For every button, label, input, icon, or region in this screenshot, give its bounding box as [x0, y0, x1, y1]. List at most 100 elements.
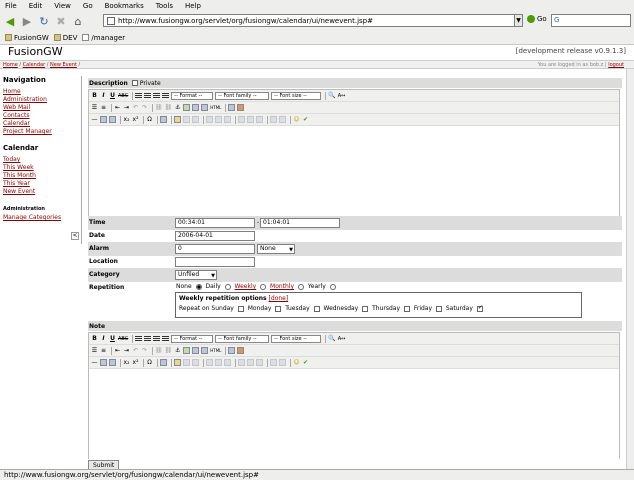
reload-icon[interactable]: ↻	[37, 14, 51, 28]
redo-icon[interactable]: ↷	[141, 104, 148, 111]
sidebar-item-home[interactable]: Home	[3, 88, 81, 96]
cleanup-icon[interactable]	[192, 104, 200, 111]
align-justify-icon[interactable]	[162, 335, 170, 342]
delete-row-icon[interactable]	[224, 359, 231, 366]
align-center-icon[interactable]	[144, 335, 152, 342]
merge-cells-icon[interactable]	[279, 359, 286, 366]
private-checkbox[interactable]	[131, 80, 138, 86]
sidebar-item-this-month[interactable]: This Month	[3, 172, 81, 180]
html-source-button[interactable]: HTML	[210, 105, 221, 110]
horizontal-rule-button[interactable]: —	[91, 116, 98, 123]
sidebar-item-this-year[interactable]: This Year	[3, 180, 81, 188]
delete-row-icon[interactable]	[224, 116, 231, 123]
outdent-icon[interactable]: ⇤	[114, 347, 121, 354]
breadcrumb-calendar[interactable]: Calendar	[23, 62, 45, 68]
alarm-field[interactable]: 0	[175, 244, 255, 254]
repeat-weekly-radio[interactable]	[260, 283, 267, 290]
align-right-icon[interactable]	[153, 92, 161, 99]
back-icon[interactable]: ◀	[3, 14, 17, 28]
breadcrumb-home[interactable]: Home	[3, 62, 18, 68]
row-props-icon[interactable]	[183, 116, 190, 123]
menu-help[interactable]: Help	[185, 2, 201, 10]
undo-icon[interactable]: ↶	[132, 347, 139, 354]
horizontal-rule-button[interactable]: —	[91, 359, 98, 366]
sidebar-item-today[interactable]: Today	[3, 156, 81, 164]
bold-button[interactable]: B	[91, 92, 98, 99]
special-char-button[interactable]: Ω	[146, 359, 153, 366]
category-select[interactable]: Unfiled ▼	[175, 270, 217, 280]
menu-file[interactable]: File	[5, 2, 17, 10]
repeat-none-radio[interactable]	[195, 283, 202, 290]
bookmark-fusiongw[interactable]: FusionGW	[5, 34, 49, 42]
alarm-unit-select[interactable]: None ▼	[257, 244, 295, 254]
sidebar-item-web-mail[interactable]: Web Mail	[3, 104, 81, 112]
repeat-monthly-radio[interactable]	[297, 283, 304, 290]
row-before-icon[interactable]	[206, 116, 213, 123]
home-icon[interactable]: ⌂	[71, 14, 85, 28]
insert-table-icon[interactable]	[160, 116, 167, 123]
sidebar-item-calendar[interactable]: Calendar	[3, 120, 81, 128]
bullet-list-icon[interactable]: ☰	[91, 347, 98, 354]
redo-icon[interactable]: ↷	[141, 347, 148, 354]
bookmark-manager[interactable]: /manager	[82, 34, 125, 42]
indent-icon[interactable]: ⇥	[123, 104, 130, 111]
font-family-select[interactable]: -- Font family --	[215, 91, 270, 100]
stop-icon[interactable]: ✖	[54, 14, 68, 28]
description-textarea[interactable]	[89, 126, 619, 218]
visual-aid-icon[interactable]	[109, 116, 116, 123]
replace-icon[interactable]: A↔	[338, 336, 346, 342]
format-select[interactable]: -- Format --	[171, 334, 214, 343]
repeat-yearly-radio[interactable]	[329, 283, 336, 290]
collapse-sidebar-button[interactable]: <	[71, 232, 79, 240]
align-center-icon[interactable]	[144, 92, 152, 99]
emoticon-icon[interactable]: ☺	[293, 116, 300, 123]
spellcheck-icon[interactable]: ✔	[302, 359, 309, 366]
fullscreen-icon[interactable]	[237, 347, 245, 354]
strikethrough-button[interactable]: ABC	[118, 336, 128, 342]
underline-button[interactable]: U	[109, 335, 116, 342]
indent-icon[interactable]: ⇥	[123, 347, 130, 354]
col-after-icon[interactable]	[247, 116, 254, 123]
url-dropdown-button[interactable]: ▼	[514, 14, 523, 27]
col-after-icon[interactable]	[247, 359, 254, 366]
image-icon[interactable]	[183, 104, 191, 111]
cell-props-icon[interactable]	[192, 359, 199, 366]
split-cells-icon[interactable]	[270, 359, 277, 366]
unlink-icon[interactable]: ⛓	[165, 104, 173, 111]
cell-props-icon[interactable]	[192, 116, 199, 123]
italic-button[interactable]: I	[100, 92, 107, 99]
search-field[interactable]: G	[551, 14, 631, 27]
font-size-select[interactable]: -- Font size --	[271, 91, 322, 100]
link-icon[interactable]: ⛓	[155, 347, 163, 354]
sidebar-item-manage-categories[interactable]: Manage Categories	[3, 214, 81, 222]
bold-button[interactable]: B	[91, 335, 98, 342]
remove-format-icon[interactable]	[100, 116, 107, 123]
underline-button[interactable]: U	[109, 92, 116, 99]
breadcrumb-new-event[interactable]: New Event	[50, 62, 77, 68]
row-props-icon[interactable]	[183, 359, 190, 366]
row-before-icon[interactable]	[206, 359, 213, 366]
repeat-daily-radio[interactable]	[224, 283, 231, 290]
bookmark-dev[interactable]: DEV	[53, 34, 77, 42]
table-props-icon[interactable]	[174, 359, 181, 366]
sidebar-item-new-event[interactable]: New Event	[3, 188, 81, 196]
spellcheck-icon[interactable]: ✔	[302, 116, 309, 123]
page-scrollbar[interactable]	[626, 69, 634, 469]
note-textarea[interactable]	[89, 369, 619, 459]
thursday-checkbox[interactable]	[403, 305, 410, 312]
split-cells-icon[interactable]	[270, 116, 277, 123]
table-props-icon[interactable]	[174, 116, 181, 123]
logout-link[interactable]: logout	[608, 62, 624, 68]
anchor-icon[interactable]: ⚓	[174, 104, 181, 111]
numbered-list-icon[interactable]: ≡	[100, 347, 107, 354]
help-icon[interactable]	[201, 104, 209, 111]
friday-checkbox[interactable]	[435, 305, 442, 312]
strikethrough-button[interactable]: ABC	[118, 93, 128, 99]
monday-checkbox[interactable]	[275, 305, 282, 312]
unlink-icon[interactable]: ⛓	[165, 347, 173, 354]
saturday-checkbox[interactable]	[476, 304, 483, 312]
merge-cells-icon[interactable]	[279, 116, 286, 123]
col-before-icon[interactable]	[238, 116, 245, 123]
anchor-icon[interactable]: ⚓	[174, 347, 181, 354]
align-left-icon[interactable]	[135, 335, 143, 342]
